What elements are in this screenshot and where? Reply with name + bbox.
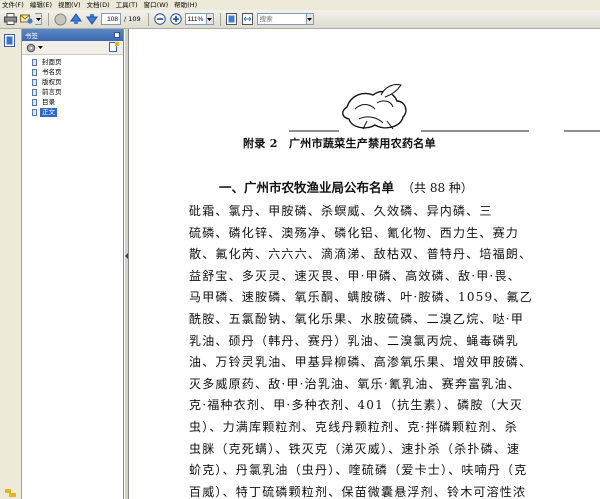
bookmark-label: 版权页	[42, 77, 62, 86]
menu-window[interactable]: 窗口(W)	[144, 0, 169, 10]
bookmark-label: 前言页	[42, 87, 62, 96]
body-line: 砒霜、氯丹、甲胺磷、杀螟威、久效磷、异内磷、三	[189, 204, 493, 218]
menu-edit[interactable]: 编辑(E)	[30, 0, 52, 10]
email-dropdown[interactable]	[35, 13, 42, 25]
pdf-page: 附录 2 广州市蔬菜生产禁用农药名单 一、广州市农牧渔业局公布名单 （共 88 种…	[129, 29, 600, 499]
menu-bar: 文件(F) 编辑(E) 视图(V) 文档(D) 工具(T) 窗口(W) 帮助(H…	[0, 0, 600, 10]
bookmarks-panel-toolbar	[22, 41, 123, 55]
body-line: 虫）、力满库颗粒剂、克线丹颗粒剂、克·拌磷颗粒剂、杀	[189, 419, 519, 434]
email-button[interactable]	[19, 12, 33, 26]
section-heading-text: 一、广州市农牧渔业局公布名单	[219, 180, 395, 195]
zoom-level-input[interactable]	[184, 13, 207, 25]
menu-document[interactable]: 文档(D)	[87, 0, 110, 10]
bookmark-item[interactable]: 封面页	[22, 57, 123, 67]
gear-icon	[26, 43, 36, 52]
chevron-down-icon	[35, 17, 41, 21]
fit-page-icon	[226, 13, 238, 25]
minus-icon	[153, 13, 166, 25]
section-count: （共 88 种）	[402, 181, 473, 195]
body-line: 灭多威原药、敌·甲·治乳油、氧乐·氰乳油、赛奔富乳油、	[189, 376, 521, 391]
zoom-dropdown[interactable]	[206, 13, 214, 25]
page-number-input[interactable]	[101, 13, 121, 25]
page-icon	[32, 108, 37, 116]
page-icon	[32, 78, 37, 86]
total-pages: / 109	[124, 15, 141, 23]
body-line: 虫脒（克死螨）、铁灭克（涕灭威）、速扑杀（杀扑磷、速	[189, 441, 521, 456]
arrow-down-icon	[86, 14, 98, 25]
bookmarks-panel-title: 书签	[25, 32, 38, 40]
bookmark-item[interactable]: 前言页	[22, 87, 123, 97]
options-button[interactable]	[26, 43, 43, 53]
fit-width-button[interactable]	[241, 12, 255, 26]
bookmark-label: 目录	[42, 97, 55, 106]
toolbar: / 109	[0, 10, 600, 29]
menu-file[interactable]: 文件(F)	[2, 0, 24, 10]
body-line: 百威）、特丁硫磷颗粒剂、保苗微囊悬浮剂、铃木可溶性浓	[189, 484, 527, 499]
new-bookmark-button[interactable]	[109, 41, 119, 54]
section-heading: 一、广州市农牧渔业局公布名单 （共 88 种）	[219, 177, 473, 196]
hand-tool-button[interactable]	[53, 12, 67, 26]
zoom-in-button[interactable]	[169, 12, 183, 26]
fit-page-button[interactable]	[225, 12, 239, 26]
body-line: 乳油、硕丹（韩丹、赛丹）乳油、二溴氯丙烷、蝇毒磷乳	[189, 333, 520, 348]
chevron-down-icon	[307, 17, 313, 21]
previous-page-button[interactable]	[69, 12, 83, 26]
body-line: 散、氟化芮、六六六、滴滴涕、敌枯双、普特丹、培福朗、	[189, 247, 533, 262]
toolbar-separator	[147, 12, 149, 26]
body-line: 马甲磷、速胺磷、氧乐酮、螨胺磷、叶·胺磷、1059、氟乙	[189, 290, 533, 305]
toolbar-separator	[219, 12, 221, 26]
pesticide-list-text: 砒霜、氯丹、甲胺磷、杀螟威、久效磷、异内磷、三 硫磷、磷化锌、澳殇净、磷化铝、氰…	[189, 201, 589, 499]
envelope-icon	[19, 14, 33, 24]
search-dropdown[interactable]	[306, 13, 314, 25]
menu-view[interactable]: 视图(V)	[58, 0, 81, 10]
vegetable-illustration	[289, 84, 600, 132]
fit-width-icon	[242, 13, 254, 25]
document-viewport[interactable]: 附录 2 广州市蔬菜生产禁用农药名单 一、广州市农牧渔业局公布名单 （共 88 种…	[129, 29, 600, 499]
menu-tools[interactable]: 工具(T)	[116, 0, 138, 10]
body-line: 酰胺、五氯酚钠、氧化乐果、水胺硫磷、二溴乙烷、哒·甲	[189, 311, 525, 326]
new-bookmark-icon	[109, 41, 119, 52]
search-input[interactable]	[256, 13, 307, 25]
bookmark-label: 书名页	[42, 67, 62, 76]
page-icon	[32, 58, 37, 66]
bookmark-label: 封面页	[42, 57, 62, 66]
collapse-arrow-icon	[125, 253, 128, 259]
plus-icon	[169, 13, 182, 25]
bookmark-item[interactable]: 目录	[22, 97, 123, 107]
bookmark-list: 封面页 书名页 版权页 前言页 目录 正文	[22, 55, 123, 117]
printer-icon	[3, 13, 17, 25]
menu-help[interactable]: 帮助(H)	[174, 0, 197, 10]
zoom-out-button[interactable]	[153, 12, 167, 26]
body-line: 蚧克）、丹氯乳油（虫丹）、喹硫磷（爱卡士）、呋喃丹（克	[189, 463, 528, 478]
appendix-title: 附录 2 广州市蔬菜生产禁用农药名单	[243, 137, 436, 150]
bookmark-label: 正文	[40, 107, 57, 117]
bookmarks-panel-header: 书签	[22, 29, 123, 41]
bookmark-item-selected[interactable]: 正文	[22, 107, 123, 117]
bookmarks-panel: 书签 封面页 书名页 版权页 前言页 目录 正文	[22, 29, 124, 499]
panel-options-button[interactable]	[114, 32, 120, 38]
body-line: 益舒宝、多灭灵、速灭畏、甲·甲磷、高效磷、敌·甲·畏、	[189, 268, 521, 283]
paperclip-icon	[5, 489, 16, 497]
bookmark-item[interactable]: 书名页	[22, 67, 123, 77]
attachments-tab[interactable]	[5, 489, 17, 499]
body-line: 油、万铃灵乳油、甲基异柳磷、高渗氧乐果、增效甲胺磷、	[189, 355, 533, 370]
print-button[interactable]	[3, 12, 17, 26]
bookmark-icon	[4, 34, 15, 47]
bookmarks-tab[interactable]	[4, 34, 15, 49]
chevron-down-icon	[38, 46, 43, 49]
arrow-up-icon	[70, 13, 82, 24]
body-line: 克·福种衣剂、甲·多种衣剂、401（抗生素）、磷胺（大灭	[189, 398, 524, 413]
page-icon	[32, 98, 37, 106]
body-line: 硫磷、磷化锌、澳殇净、磷化铝、氰化物、西力生、赛力	[189, 225, 520, 240]
page-icon	[32, 68, 37, 76]
navigation-icon-strip	[0, 29, 22, 499]
next-page-button[interactable]	[85, 12, 99, 26]
chevron-down-icon	[207, 17, 213, 21]
page-icon	[32, 88, 37, 96]
toolbar-separator	[48, 12, 49, 26]
hand-icon	[54, 13, 66, 25]
bookmark-item[interactable]: 版权页	[22, 77, 123, 87]
